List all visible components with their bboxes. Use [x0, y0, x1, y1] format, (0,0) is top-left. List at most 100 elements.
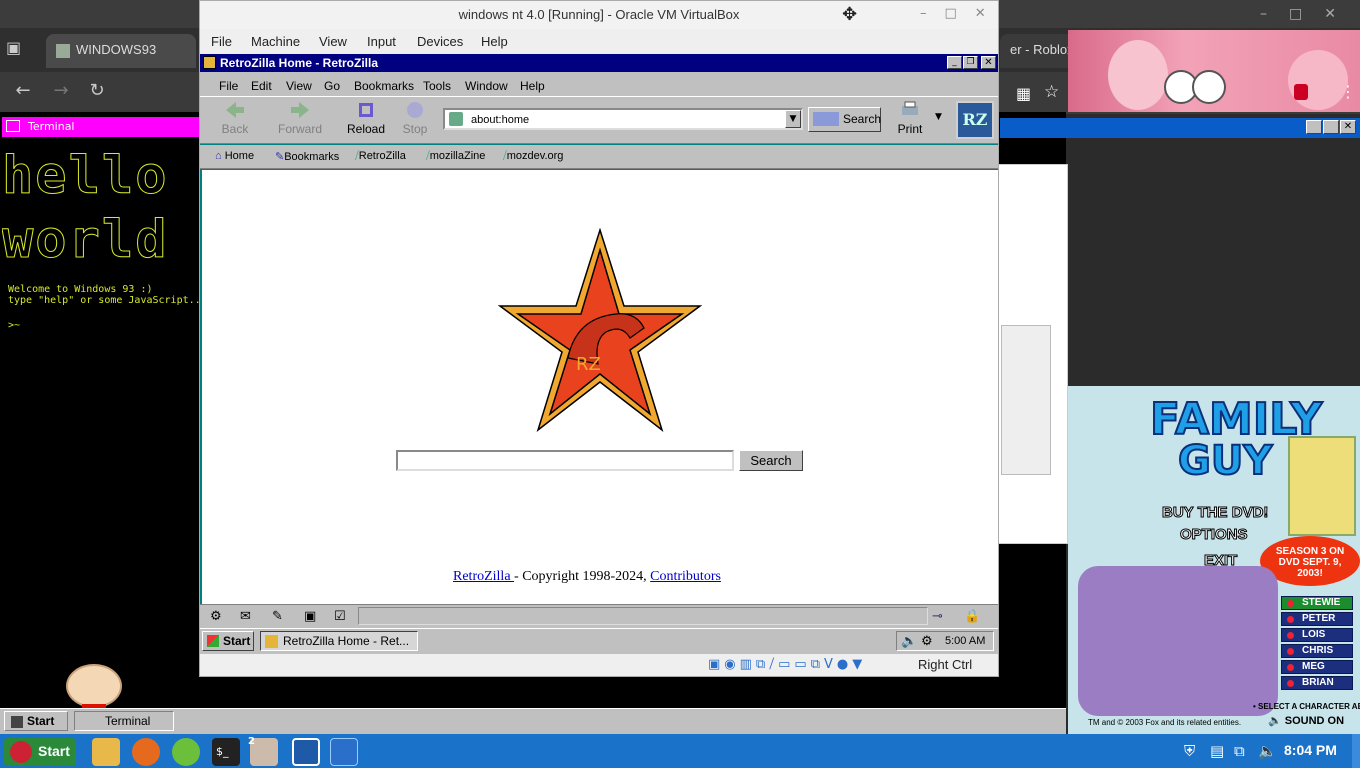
mail-icon[interactable]: ✉ — [240, 609, 251, 624]
reload-icon[interactable]: ↻ — [84, 80, 110, 101]
network-tray-icon[interactable]: ⚙ — [921, 633, 933, 649]
fg-char-brian[interactable]: BRIAN — [1281, 676, 1353, 690]
maximize-icon[interactable] — [1323, 120, 1339, 134]
rz-menu-bookmarks[interactable]: Bookmarks — [354, 79, 414, 93]
retrozilla-link[interactable]: RetroZilla — [453, 569, 514, 584]
fg-dot-icon — [1287, 680, 1294, 687]
terminal-titlebar[interactable]: Terminal — [2, 117, 200, 137]
fg-select-note: • SELECT A CHARACTER ABOVE — [1253, 702, 1360, 711]
stewie-mascot[interactable] — [66, 664, 122, 708]
nt-restore-icon[interactable]: ❐ — [963, 56, 978, 69]
fg-sound-toggle[interactable]: 🔈 SOUND ON — [1268, 714, 1344, 727]
volume-icon[interactable]: 🔈 — [901, 633, 917, 649]
page-search-button[interactable]: Search — [739, 450, 803, 471]
addressbook-icon[interactable]: ▣ — [304, 609, 316, 624]
menu-dots-icon[interactable]: ⋮ — [1340, 82, 1356, 101]
background-window — [998, 164, 1068, 544]
rz-menu-help[interactable]: Help — [520, 79, 545, 93]
forward-button[interactable]: Forward — [272, 100, 328, 136]
extensions-grid-icon[interactable]: ▦ — [1016, 84, 1031, 103]
fg-char-lois[interactable]: LOIS — [1281, 628, 1353, 642]
forward-arrow-icon[interactable]: → — [48, 80, 74, 101]
tab-windows93[interactable]: WINDOWS93 — [46, 34, 196, 68]
minimize-icon[interactable] — [1306, 120, 1322, 134]
vbox-window-controls[interactable]: –□✕ — [920, 6, 1004, 21]
stop-button[interactable]: Stop — [387, 100, 443, 136]
composer-icon[interactable]: ✎ — [272, 609, 283, 624]
fg-char-stewie[interactable]: STEWIE — [1281, 596, 1353, 610]
navigator-icon[interactable]: ⚙ — [210, 609, 222, 624]
online-status-icon[interactable]: ⊸ — [932, 609, 943, 624]
virtualbox-title: windows nt 4.0 [Running] - Oracle VM Vir… — [458, 7, 740, 22]
virtualbox-titlebar[interactable]: windows nt 4.0 [Running] - Oracle VM Vir… — [200, 1, 998, 29]
fg-char-chris[interactable]: CHRIS — [1281, 644, 1353, 658]
window-controls[interactable]: –□✕ — [1260, 6, 1358, 22]
home-icon: ⌂ — [215, 150, 222, 162]
fg-options[interactable]: OPTIONS — [1180, 526, 1249, 544]
windows93-logo-icon — [11, 715, 23, 728]
clipboard-icon[interactable]: ▤ — [1210, 742, 1224, 760]
network-icon[interactable]: ⧉ — [1234, 742, 1245, 760]
bookmark-mozdev[interactable]: ⧸mozdev.org — [503, 150, 563, 163]
terminal-body[interactable]: hello world Welcome to Windows 93 :) typ… — [2, 138, 200, 708]
bookmark-star-icon[interactable]: ☆ — [1044, 82, 1059, 102]
ascii-hello: hello — [2, 146, 169, 207]
vbox-menu-input[interactable]: Input — [367, 34, 396, 49]
fg-dot-icon — [1287, 648, 1294, 655]
vbox-menu-devices[interactable]: Devices — [417, 34, 463, 49]
firefox-icon[interactable] — [132, 738, 160, 766]
show-desktop-button[interactable] — [1352, 734, 1360, 768]
retrozilla-throbber-logo[interactable]: RZ — [956, 101, 994, 139]
vbox-device-icons[interactable]: ▣◉▥⧉⧸▭▭⧉V●▼ — [708, 657, 866, 672]
nt-start-button[interactable]: Start — [202, 631, 254, 651]
toolbar-search-button[interactable]: Search — [808, 107, 881, 132]
files-icon[interactable] — [92, 738, 120, 766]
system-monitor-icon[interactable] — [292, 738, 320, 766]
tab-search-icon[interactable]: ▣ — [6, 38, 32, 64]
bookmark-retrozilla[interactable]: ⧸RetroZilla — [355, 150, 406, 163]
host-start-button[interactable]: Start — [4, 738, 76, 766]
retrozilla-titlebar[interactable]: RetroZilla Home - RetroZilla — [200, 54, 998, 72]
contributors-link[interactable]: Contributors — [650, 569, 721, 584]
rz-menu-window[interactable]: Window — [465, 79, 508, 93]
vbox-menu-machine[interactable]: Machine — [251, 34, 300, 49]
url-dropdown-icon[interactable]: ▼ — [785, 110, 801, 128]
speaker-icon: 🔈 — [1268, 715, 1282, 727]
fg-char-meg[interactable]: MEG — [1281, 660, 1353, 674]
nt-task-retrozilla[interactable]: RetroZilla Home - Ret... — [260, 631, 418, 651]
close-icon[interactable]: ✕ — [1340, 120, 1356, 134]
url-bar[interactable]: about:home — [443, 108, 803, 130]
bookmark-bookmarks[interactable]: ✎Bookmarks — [275, 150, 339, 163]
fg-buy-dvd[interactable]: BUY THE DVD! — [1161, 504, 1268, 522]
fg-char-peter[interactable]: PETER — [1281, 612, 1353, 626]
ublock-icon[interactable] — [1294, 84, 1308, 100]
print-dropdown-icon[interactable]: ▼ — [935, 112, 942, 122]
reload-button[interactable]: Reload — [338, 100, 394, 136]
terminal-prompt[interactable]: >~ — [2, 320, 200, 331]
windows93-start-button[interactable]: Start — [4, 711, 68, 731]
taskbar-terminal[interactable]: Terminal — [74, 711, 174, 731]
bookmark-mozillazine[interactable]: ⧸mozillaZine — [426, 150, 485, 163]
back-button[interactable]: Back — [207, 100, 263, 136]
page-search-input[interactable] — [396, 450, 734, 471]
shield-icon[interactable]: ⛨ — [1184, 742, 1195, 760]
nt-close-icon[interactable]: ✕ — [981, 56, 996, 69]
back-arrow-icon[interactable]: ← — [10, 80, 36, 101]
rz-menu-tools[interactable]: Tools — [423, 79, 451, 93]
calculator-icon[interactable] — [172, 738, 200, 766]
nt-minimize-icon[interactable]: _ — [947, 56, 962, 69]
bookmark-home[interactable]: ⌂ Home — [215, 150, 254, 162]
rz-menu-go[interactable]: Go — [324, 79, 340, 93]
rz-menu-file[interactable]: File — [219, 79, 238, 93]
terminal-icon[interactable]: $_ — [212, 738, 240, 766]
rz-menu-edit[interactable]: Edit — [251, 79, 272, 93]
vbox-menu-file[interactable]: File — [211, 34, 232, 49]
irc-icon[interactable]: ☑ — [334, 609, 346, 624]
volume-icon[interactable]: 🔈 — [1258, 742, 1277, 760]
vbox-menu-view[interactable]: View — [319, 34, 347, 49]
print-button[interactable]: Print — [882, 100, 938, 136]
vbox-menu-help[interactable]: Help — [481, 34, 508, 49]
security-lock-icon[interactable]: 🔒 — [964, 609, 980, 624]
rz-menu-view[interactable]: View — [286, 79, 312, 93]
virtualbox-nt-icon[interactable] — [330, 738, 358, 766]
